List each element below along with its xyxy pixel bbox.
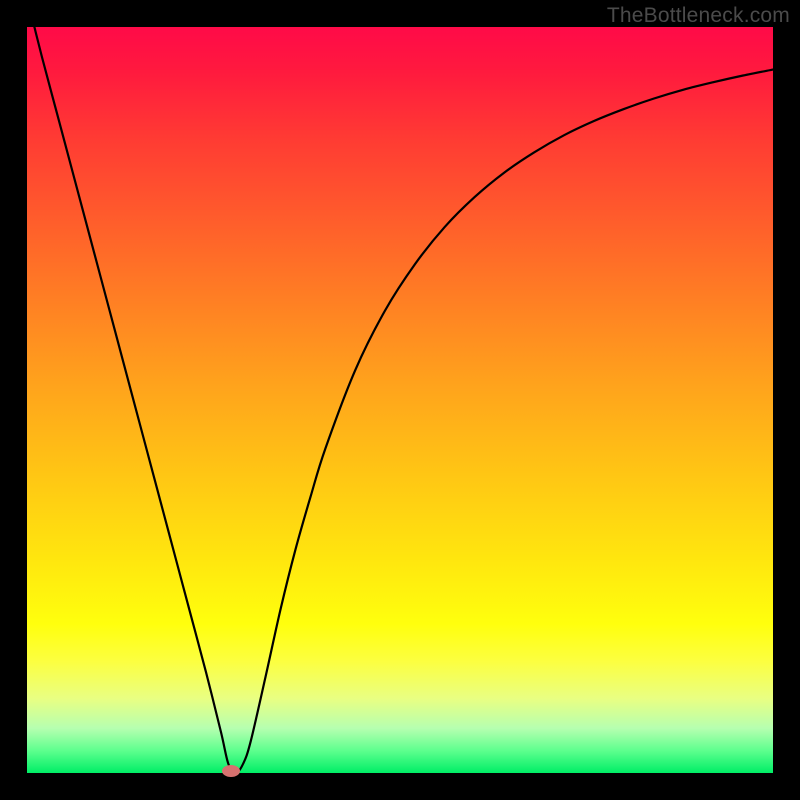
min-marker xyxy=(222,765,240,777)
curve-svg xyxy=(27,27,773,773)
chart-frame: TheBottleneck.com xyxy=(0,0,800,800)
bottleneck-curve xyxy=(27,27,773,773)
watermark-text: TheBottleneck.com xyxy=(607,4,790,28)
plot-area xyxy=(27,27,773,773)
